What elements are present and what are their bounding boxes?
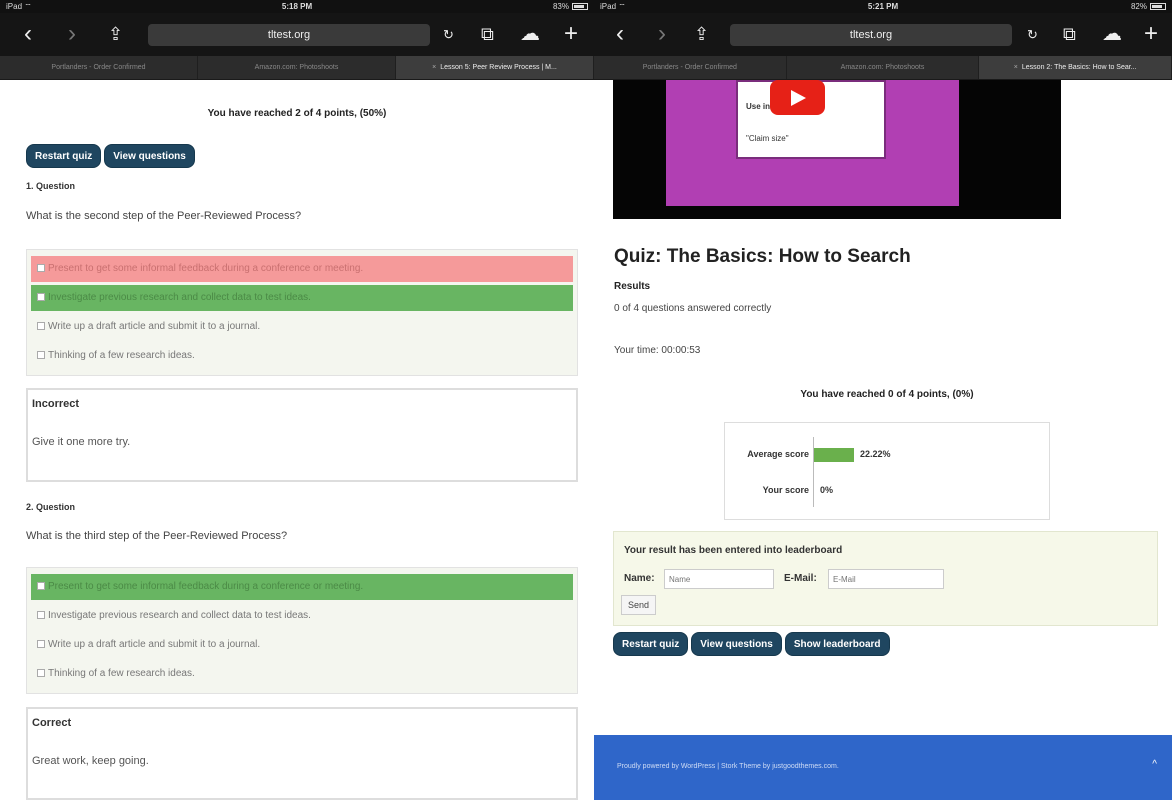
right-browser-window: iPad ⌔ 5:21 PM 82% ‹ › ⇪ tltest.org ↻ ⧉ …	[594, 0, 1172, 800]
video-slide-line: "Claim size"	[746, 134, 789, 143]
footer-credit: Proudly powered by WordPress | Stork The…	[617, 763, 839, 770]
checkbox-icon	[37, 322, 45, 330]
question-2-text: What is the third step of the Peer-Revie…	[26, 530, 288, 542]
results-text: 0 of 4 questions answered correctly	[614, 303, 772, 314]
leaderboard-heading: Your result has been entered into leader…	[624, 545, 843, 556]
leaderboard-panel: Your result has been entered into leader…	[613, 531, 1158, 626]
answer-option[interactable]: Write up a draft article and submit it t…	[31, 632, 573, 658]
tab-bar: Portlanders - Order Confirmed Amazon.com…	[594, 56, 1172, 80]
cloud-tabs-icon[interactable]: ☁	[1102, 21, 1122, 47]
answer-option[interactable]: Investigate previous research and collec…	[31, 603, 573, 629]
results-heading: Results	[614, 281, 651, 292]
show-leaderboard-button[interactable]: Show leaderboard	[784, 632, 890, 656]
tab-bar: Portlanders - Order Confirmed Amazon.com…	[0, 56, 594, 80]
battery-icon	[1150, 3, 1166, 10]
tab-portlanders[interactable]: Portlanders - Order Confirmed	[0, 56, 198, 79]
checkbox-icon	[37, 582, 45, 590]
feedback-title: Correct	[32, 717, 72, 729]
reload-icon[interactable]: ↻	[1027, 24, 1038, 46]
points-summary: You have reached 0 of 4 points, (0%)	[800, 389, 974, 400]
status-bar: iPad ⌔ 5:18 PM 83%	[0, 0, 594, 13]
share-icon[interactable]: ⇪	[694, 21, 709, 47]
quiz-buttons: Restart quiz View questions	[26, 144, 195, 168]
answer-option[interactable]: Write up a draft article and submit it t…	[31, 314, 573, 340]
answer-option[interactable]: Thinking of a few research ideas.	[31, 661, 573, 687]
quiz-title: Quiz: The Basics: How to Search	[614, 246, 911, 267]
video-embed[interactable]: Use instead of "Claim size"	[613, 80, 1061, 219]
question-2-answers: Present to get some informal feedback du…	[26, 567, 578, 694]
tab-amazon[interactable]: Amazon.com: Photoshoots	[787, 56, 980, 79]
tab-lesson-2[interactable]: Lesson 2: The Basics: How to Sear...	[979, 56, 1172, 79]
average-score-label: Average score	[747, 449, 809, 459]
view-questions-button[interactable]: View questions	[104, 144, 195, 168]
tab-amazon[interactable]: Amazon.com: Photoshoots	[198, 56, 396, 79]
tab-lesson-5[interactable]: Lesson 5: Peer Review Process | M...	[396, 56, 594, 79]
question-1-text: What is the second step of the Peer-Revi…	[26, 210, 302, 222]
status-time: 5:21 PM	[867, 2, 899, 11]
scroll-top-icon[interactable]: ^	[1152, 759, 1157, 770]
bookmarks-icon[interactable]: ⧉	[481, 21, 494, 47]
back-icon[interactable]: ‹	[24, 21, 32, 47]
feedback-text: Great work, keep going.	[32, 755, 149, 767]
question-1-title: 1. Question	[26, 181, 76, 191]
question-2-feedback: Correct Great work, keep going.	[26, 707, 578, 800]
your-score-label: Your score	[762, 485, 809, 495]
browser-toolbar: ‹ › ⇪ tltest.org ↻ ⧉ ☁ +	[0, 13, 594, 56]
battery-indicator: 83%	[553, 2, 588, 11]
video-slide: Use instead of "Claim size"	[666, 80, 959, 206]
bookmarks-icon[interactable]: ⧉	[1063, 21, 1076, 47]
battery-percent: 83%	[552, 2, 569, 11]
result-buttons: Restart quiz View questions Show leaderb…	[613, 632, 890, 656]
share-icon[interactable]: ⇪	[108, 21, 123, 47]
restart-quiz-button[interactable]: Restart quiz	[613, 632, 689, 656]
back-icon[interactable]: ‹	[616, 21, 624, 47]
address-bar[interactable]: tltest.org	[148, 24, 430, 46]
forward-icon[interactable]: ›	[658, 21, 666, 47]
answer-option[interactable]: Investigate previous research and collec…	[31, 285, 573, 311]
name-input[interactable]	[664, 569, 774, 589]
tab-portlanders[interactable]: Portlanders - Order Confirmed	[594, 56, 787, 79]
feedback-text: Give it one more try.	[32, 436, 131, 448]
checkbox-icon	[37, 264, 45, 272]
battery-percent: 82%	[1130, 2, 1147, 11]
site-footer: Proudly powered by WordPress | Stork The…	[594, 735, 1172, 800]
send-button[interactable]: Send	[621, 595, 656, 615]
checkbox-icon	[37, 351, 45, 359]
status-bar: iPad ⌔ 5:21 PM 82%	[594, 0, 1172, 13]
restart-quiz-button[interactable]: Restart quiz	[26, 144, 102, 168]
reload-icon[interactable]: ↻	[443, 24, 454, 46]
answer-option[interactable]: Present to get some informal feedback du…	[31, 256, 573, 282]
average-score-bar	[814, 448, 854, 462]
cloud-tabs-icon[interactable]: ☁	[520, 21, 540, 47]
email-input[interactable]	[828, 569, 944, 589]
answer-option[interactable]: Thinking of a few research ideas.	[31, 343, 573, 369]
new-tab-icon[interactable]: +	[564, 21, 578, 47]
email-label: E-Mail:	[784, 573, 817, 584]
name-label: Name:	[624, 573, 655, 584]
battery-indicator: 82%	[1131, 2, 1166, 11]
browser-toolbar: ‹ › ⇪ tltest.org ↻ ⧉ ☁ +	[594, 13, 1172, 56]
points-summary: You have reached 2 of 4 points, (50%)	[207, 108, 387, 119]
address-bar[interactable]: tltest.org	[730, 24, 1012, 46]
battery-icon	[572, 3, 588, 10]
view-questions-button[interactable]: View questions	[691, 632, 782, 656]
answer-option[interactable]: Present to get some informal feedback du…	[31, 574, 573, 600]
new-tab-icon[interactable]: +	[1144, 21, 1158, 47]
score-chart: Average score 22.22% Your score 0%	[724, 422, 1050, 520]
checkbox-icon	[37, 293, 45, 301]
forward-icon[interactable]: ›	[68, 21, 76, 47]
feedback-title: Incorrect	[32, 398, 80, 410]
checkbox-icon	[37, 640, 45, 648]
average-score-value: 22.22%	[860, 449, 891, 459]
question-1-answers: Present to get some informal feedback du…	[26, 249, 578, 376]
checkbox-icon	[37, 611, 45, 619]
status-time: 5:18 PM	[281, 2, 313, 11]
play-icon[interactable]	[770, 80, 825, 115]
question-2-title: 2. Question	[26, 502, 76, 512]
quiz-time: Your time: 00:00:53	[614, 345, 701, 356]
checkbox-icon	[37, 669, 45, 677]
your-score-value: 0%	[820, 485, 834, 495]
question-1-feedback: Incorrect Give it one more try.	[26, 388, 578, 482]
left-browser-window: iPad ⌔ 5:18 PM 83% ‹ › ⇪ tltest.org ↻ ⧉ …	[0, 0, 594, 800]
